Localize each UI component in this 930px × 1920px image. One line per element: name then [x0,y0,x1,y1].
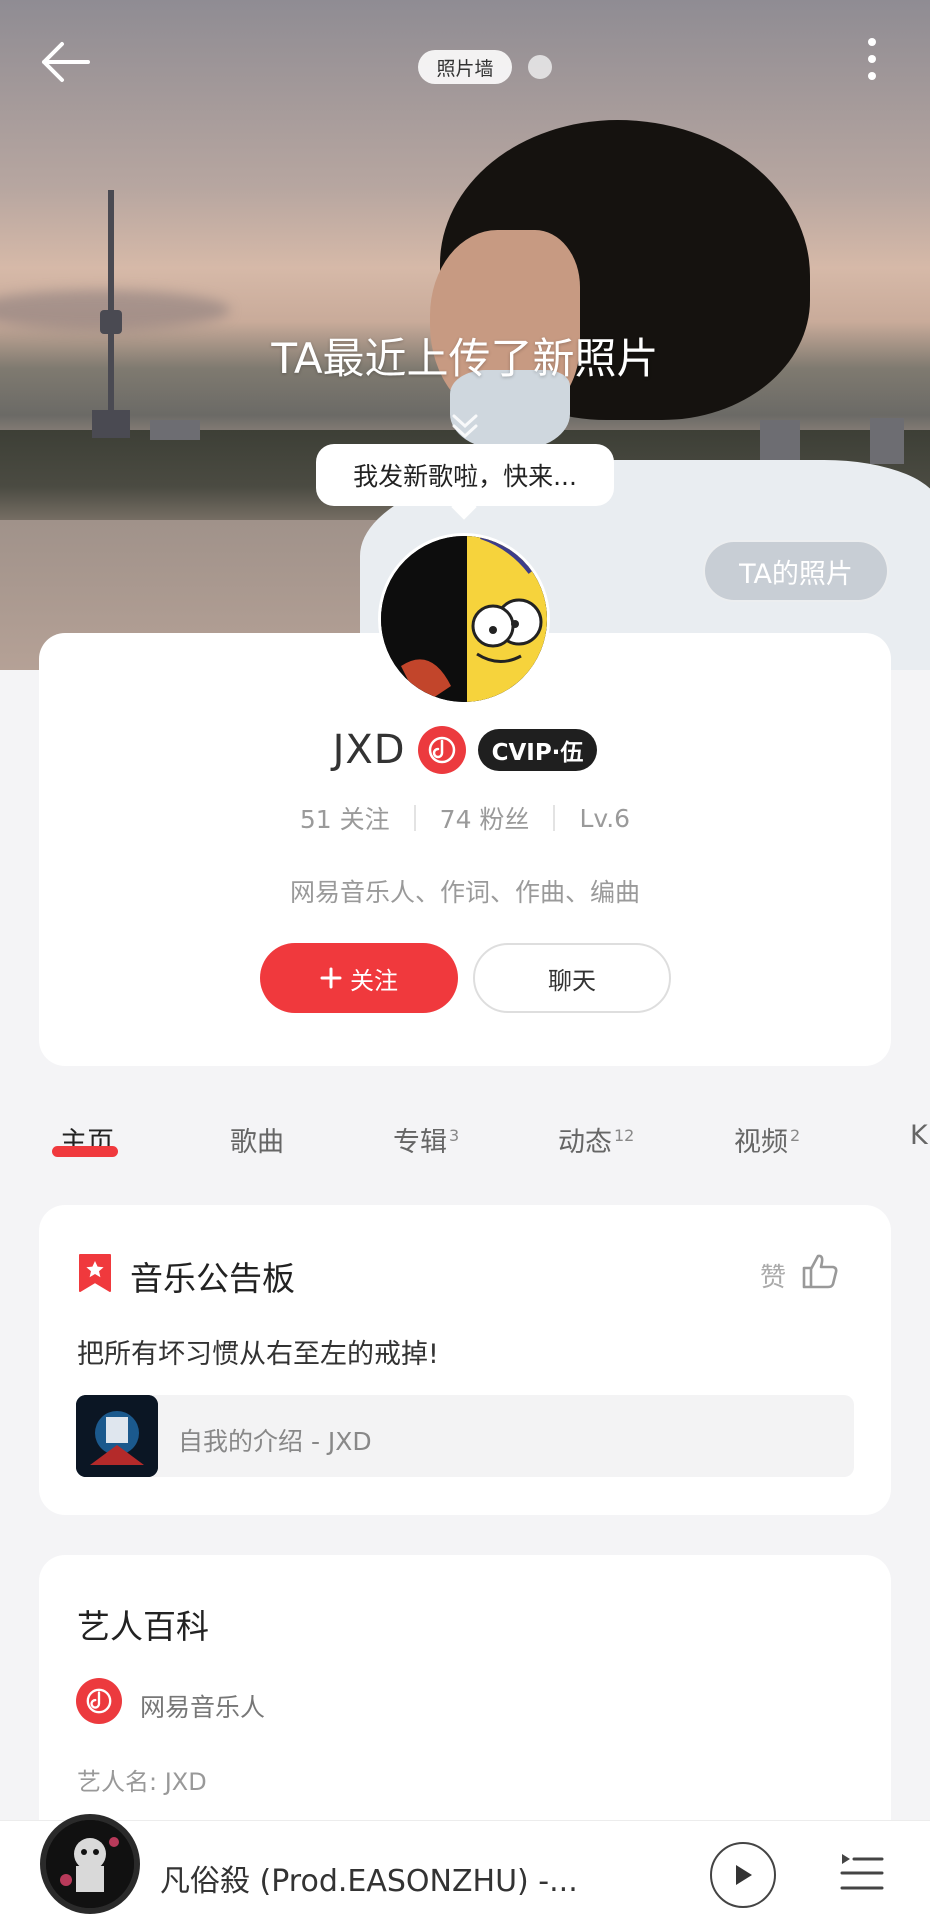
profile-stats: 51 关注 74 粉丝 Lv.6 [39,800,891,836]
wiki-artist-name: 艺人名: JXD [77,1768,207,1796]
following-count[interactable]: 51 关注 [300,800,390,836]
musician-badge-icon[interactable] [417,726,466,774]
like-label[interactable]: 赞 [760,1257,786,1294]
tab-activity[interactable]: 动态 12 [558,1120,634,1159]
follow-button[interactable]: 关注 [260,943,458,1013]
tab-label: 专辑 [393,1127,447,1158]
playlist-icon[interactable] [838,1850,886,1896]
chat-button[interactable]: 聊天 [473,943,671,1013]
board-text: 把所有坏习惯从右至左的戒掉! [77,1339,439,1370]
hero-tower-base [92,410,130,438]
photo-wall-pill[interactable]: 照片墙 [418,50,512,84]
active-tab-underline [52,1146,118,1157]
wiki-title: 艺人百科 [77,1607,209,1646]
bookmark-star-icon [77,1252,113,1294]
play-button[interactable] [710,1842,776,1908]
profile-tabs: 主页 歌曲 专辑 3 动态 12 视频 2 K [0,1120,930,1180]
tab-videos[interactable]: 视频 2 [734,1120,800,1159]
stats-divider [553,805,556,831]
ta-photos-button[interactable]: TA的照片 [703,540,889,602]
hero-building [760,420,800,460]
hero-building [150,420,200,440]
followers-count[interactable]: 74 粉丝 [440,800,530,836]
profile-name: JXD [332,727,406,773]
more-vertical-icon[interactable] [866,38,878,88]
play-icon [736,1865,752,1885]
page-dot-indicator[interactable] [528,55,552,79]
tab-label: 动态 [558,1127,612,1158]
thumbs-up-icon[interactable] [800,1252,840,1290]
tab-label: 歌曲 [230,1127,284,1158]
back-button[interactable] [38,40,94,84]
hero-caption: TA最近上传了新照片 [271,334,659,383]
speech-bubble-text: 我发新歌啦，快来... [353,462,577,491]
player-song-title[interactable]: 凡俗殺 (Prod.EASONZHU) -... [160,1856,620,1900]
board-title: 音乐公告板 [130,1259,295,1298]
player-cover-image[interactable] [40,1814,140,1914]
avatar[interactable] [378,533,550,705]
tab-count: 12 [614,1126,635,1145]
chat-button-label: 聊天 [548,966,596,995]
vip-badge[interactable]: CVIP·伍 [477,729,598,771]
user-level[interactable]: Lv.6 [579,804,630,833]
tab-k-partial[interactable]: K [910,1120,928,1151]
back-arrow-icon [42,42,90,82]
song-cover-image[interactable] [76,1395,158,1477]
hero-building [870,418,904,464]
tab-count: 2 [790,1126,801,1145]
chevron-down-icon[interactable] [448,408,482,442]
wiki-badge-label: 网易音乐人 [140,1693,266,1722]
tab-label: 视频 [734,1127,788,1158]
profile-bio: 网易音乐人、作词、作曲、编曲 [289,878,640,907]
plus-icon [320,967,342,989]
avatar-image [381,536,547,702]
tab-albums[interactable]: 专辑 3 [393,1120,459,1159]
tab-songs[interactable]: 歌曲 [230,1120,284,1159]
song-link-text: 自我的介绍 - JXD [178,1427,372,1456]
avatar-speech-bubble[interactable]: 我发新歌啦，快来... [316,444,614,506]
tab-count: 3 [449,1126,460,1145]
follow-button-label: 关注 [350,966,398,995]
tab-label: K [910,1120,928,1151]
stats-divider [413,805,416,831]
musician-badge-icon [76,1678,122,1724]
profile-name-row: JXD CVIP·伍 [39,722,891,778]
